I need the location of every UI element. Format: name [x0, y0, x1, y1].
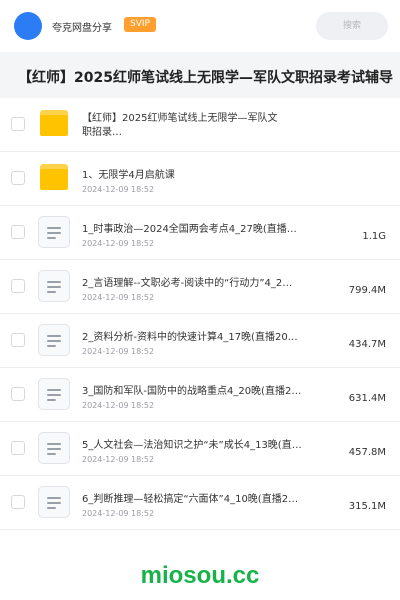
list-item[interactable]: 5_人文社会—法治知识之护“未”成长4_13晚(直… 2024-12-09 18… — [0, 422, 400, 476]
list-item[interactable]: 3_国防和军队-国防中的战略重点4_20晚(直播2… 2024-12-09 18… — [0, 368, 400, 422]
avatar[interactable] — [14, 12, 42, 40]
file-name: 【红师】2025红师笔试线上无限学—军队文职招录… — [82, 113, 278, 138]
file-date: 2024-12-09 18:52 — [82, 347, 155, 356]
header-bar: 夸克网盘分享 SVIP 搜索 — [0, 0, 400, 52]
watermark: miosou.cc — [140, 562, 260, 589]
row-checkbox[interactable] — [11, 279, 25, 293]
file-size: 457.8M — [348, 447, 386, 458]
search-input[interactable]: 搜索 — [316, 12, 388, 40]
list-item[interactable]: 6_判断推理—轻松搞定“六面体”4_10晚(直播2… 2024-12-09 18… — [0, 476, 400, 530]
file-size: 1.1G — [362, 231, 386, 242]
file-name: 6_判断推理—轻松搞定“六面体”4_10晚(直播2… — [82, 494, 299, 505]
username[interactable]: 夸克网盘分享 — [52, 19, 112, 34]
file-name: 1、无限学4月启航课 — [82, 170, 175, 181]
file-date: 2024-12-09 18:52 — [82, 455, 155, 464]
list-item[interactable]: 1、无限学4月启航课 2024-12-09 18:52 — [0, 152, 400, 206]
document-icon — [38, 432, 70, 464]
document-icon — [38, 378, 70, 410]
row-checkbox[interactable] — [11, 495, 25, 509]
row-checkbox[interactable] — [11, 387, 25, 401]
document-icon — [38, 216, 70, 248]
document-icon — [38, 486, 70, 518]
document-icon — [38, 324, 70, 356]
document-icon — [38, 270, 70, 302]
row-checkbox[interactable] — [11, 441, 25, 455]
file-size: 315.1M — [348, 501, 386, 512]
file-name: 2_资料分析-资料中的快速计算4_17晚(直播20… — [82, 332, 298, 343]
file-date: 2024-12-09 18:52 — [82, 239, 155, 248]
list-item[interactable]: 2_言语理解--文职必考-阅读中的“行动力”4_2… 2024-12-09 18… — [0, 260, 400, 314]
list-item[interactable]: 【红师】2025红师笔试线上无限学—军队文职招录… — [0, 98, 400, 152]
page-title: 【红师】2025红师笔试线上无限学—军队文职招录考试辅导 — [18, 70, 393, 86]
file-size: 799.4M — [348, 285, 386, 296]
list-item[interactable]: 2_资料分析-资料中的快速计算4_17晚(直播20… 2024-12-09 18… — [0, 314, 400, 368]
file-list: 【红师】2025红师笔试线上无限学—军队文职招录… 1、无限学4月启航课 202… — [0, 98, 400, 530]
file-date: 2024-12-09 18:52 — [82, 185, 155, 194]
file-name: 2_言语理解--文职必考-阅读中的“行动力”4_2… — [82, 278, 293, 289]
file-name: 3_国防和军队-国防中的战略重点4_20晚(直播2… — [82, 386, 302, 397]
folder-icon — [40, 164, 68, 190]
file-name: 1_时事政治—2024全国两会考点4_27晚(直播… — [82, 224, 297, 235]
file-date: 2024-12-09 18:52 — [82, 293, 155, 302]
file-date: 2024-12-09 18:52 — [82, 509, 155, 518]
file-size: 631.4M — [348, 393, 386, 404]
svip-badge: SVIP — [124, 17, 156, 32]
list-item[interactable]: 1_时事政治—2024全国两会考点4_27晚(直播… 2024-12-09 18… — [0, 206, 400, 260]
file-date: 2024-12-09 18:52 — [82, 401, 155, 410]
row-checkbox[interactable] — [11, 117, 25, 131]
folder-icon — [40, 110, 68, 136]
row-checkbox[interactable] — [11, 333, 25, 347]
row-checkbox[interactable] — [11, 171, 25, 185]
row-checkbox[interactable] — [11, 225, 25, 239]
file-size: 434.7M — [348, 339, 386, 350]
file-name: 5_人文社会—法治知识之护“未”成长4_13晚(直… — [82, 440, 302, 451]
